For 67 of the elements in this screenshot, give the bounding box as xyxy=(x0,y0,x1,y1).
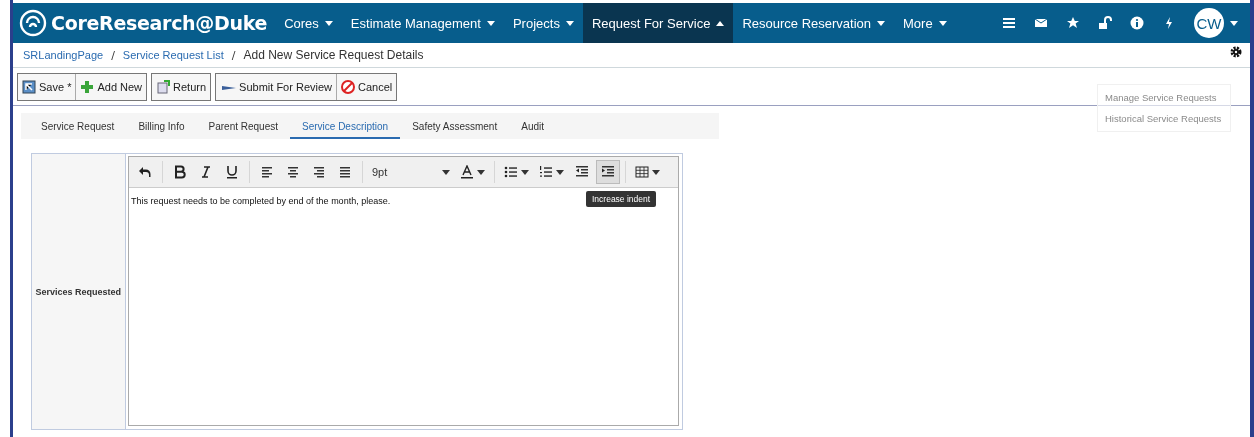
caret-icon xyxy=(1230,20,1238,26)
align-left-icon xyxy=(260,165,274,179)
nav-menu-item[interactable]: Resource Reservation xyxy=(733,3,894,43)
toolbar-button[interactable]: Add New xyxy=(75,74,147,100)
tooltip: Increase indent xyxy=(586,191,657,207)
unlock-icon xyxy=(1098,16,1112,30)
caret-icon xyxy=(877,20,885,26)
bold-icon xyxy=(173,165,187,179)
app-logo: CoreResearch@Duke xyxy=(51,12,268,34)
align-right-icon xyxy=(312,165,326,179)
indent-button[interactable] xyxy=(596,160,620,184)
nav-menu-item[interactable]: Cores xyxy=(275,3,342,43)
numbered-list-icon xyxy=(539,165,553,179)
caret-icon xyxy=(565,20,574,26)
tab[interactable]: Audit xyxy=(509,121,556,139)
breadcrumb-link[interactable]: SRLandingPage xyxy=(23,49,104,61)
caret-icon xyxy=(652,169,660,175)
caret-icon xyxy=(716,20,725,26)
caret-icon xyxy=(556,169,564,175)
mail-icon xyxy=(1034,16,1048,30)
plus-icon xyxy=(80,80,95,94)
tab[interactable]: Service Request xyxy=(29,121,127,139)
user-avatar[interactable]: CW xyxy=(1194,8,1224,38)
outdent-icon xyxy=(575,165,589,179)
indent-icon xyxy=(601,165,615,179)
tab[interactable]: Billing Info xyxy=(126,121,197,139)
italic-icon xyxy=(199,165,213,179)
align-center-icon xyxy=(286,165,300,179)
toolbar-button[interactable]: Return xyxy=(152,74,211,100)
caret-icon xyxy=(324,20,333,26)
caret-icon xyxy=(486,20,495,26)
tab[interactable]: Parent Request xyxy=(196,121,290,139)
table-icon xyxy=(635,165,649,179)
menu-icon xyxy=(1002,16,1016,30)
font-size-select[interactable]: 9pt xyxy=(368,160,454,184)
menu-item[interactable]: Manage Service Requests xyxy=(1098,87,1230,108)
bullet-list-icon xyxy=(504,165,518,179)
field-label: Services Requested xyxy=(35,286,121,297)
caret-icon xyxy=(442,169,450,175)
settings-icon[interactable] xyxy=(1230,46,1242,58)
caret-icon xyxy=(521,169,529,175)
breadcrumb-link[interactable]: Service Request List xyxy=(122,49,224,61)
nav-menu-item[interactable]: Request For Service xyxy=(582,3,734,43)
underline-icon xyxy=(225,165,239,179)
undo-icon xyxy=(138,165,152,179)
info-icon xyxy=(1130,16,1144,30)
logo-icon xyxy=(19,9,47,37)
text-color-icon xyxy=(460,165,474,179)
tab[interactable]: Service Description xyxy=(290,121,401,139)
cancel-icon xyxy=(341,80,355,94)
breadcrumb-separator: / xyxy=(111,48,115,62)
nav-menu-item[interactable]: More xyxy=(894,3,956,43)
star-icon xyxy=(1066,16,1080,30)
page-title: Add New Service Request Details xyxy=(243,48,424,62)
justify-icon xyxy=(338,165,352,179)
toolbar-button[interactable]: Cancel xyxy=(336,74,397,100)
toolbar-button[interactable]: Save * xyxy=(18,74,76,100)
nav-menu-item[interactable]: Estimate Management xyxy=(341,3,504,43)
caret-icon xyxy=(477,169,485,175)
toolbar-button[interactable]: Submit For Review xyxy=(216,74,336,100)
document-icon xyxy=(156,80,171,94)
breadcrumb-separator: / xyxy=(231,48,236,62)
menu-item[interactable]: Historical Service Requests xyxy=(1098,108,1230,129)
caret-icon xyxy=(938,20,947,26)
tab[interactable]: Safety Assessment xyxy=(400,121,510,139)
save-icon xyxy=(22,80,36,94)
nav-menu-item[interactable]: Projects xyxy=(503,3,583,43)
